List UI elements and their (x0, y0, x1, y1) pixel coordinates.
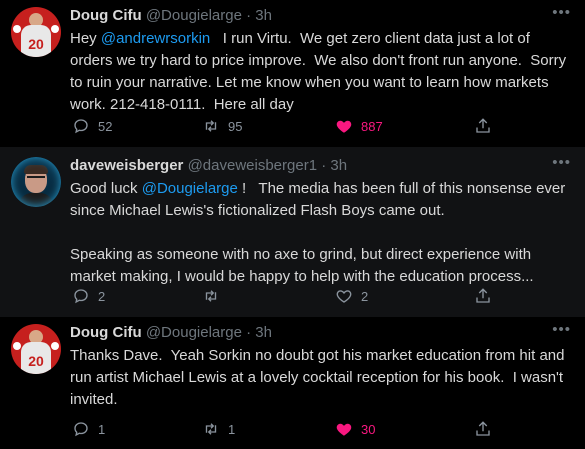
tweet-text: Good luck @Dougielarge ! The media has b… (70, 178, 571, 288)
avatar-badge (13, 342, 21, 350)
text-part: Hey (70, 30, 101, 47)
retweet-icon (205, 290, 217, 302)
retweet-button[interactable] (202, 286, 228, 306)
share-icon (476, 288, 490, 303)
timestamp[interactable]: 3h (330, 157, 347, 174)
reply-count: 52 (98, 118, 113, 134)
separator-dot: · (321, 157, 327, 174)
reply-icon (74, 119, 88, 134)
more-options-icon[interactable]: ••• (552, 4, 571, 21)
separator-dot: · (246, 324, 252, 341)
tweet-actions: 2 2 (70, 286, 571, 306)
user-handle[interactable]: @Dougielarge (146, 7, 242, 24)
retweet-button[interactable]: 95 (202, 116, 242, 136)
like-count: 30 (361, 421, 376, 437)
retweet-icon (205, 423, 217, 435)
separator-dot: · (246, 7, 252, 24)
reply-button[interactable]: 2 (72, 286, 105, 306)
timestamp[interactable]: 3h (255, 7, 272, 24)
tweet-text: Thanks Dave. Yeah Sorkin no doubt got hi… (70, 347, 569, 408)
tweet[interactable]: 20 Doug Cifu @Dougielarge · 3h ••• Hey @… (0, 0, 585, 147)
avatar-glow (11, 157, 61, 207)
like-button[interactable]: 887 (335, 116, 383, 136)
avatar-badge (51, 342, 59, 350)
share-icon (476, 118, 490, 133)
user-handle[interactable]: @Dougielarge (146, 324, 242, 341)
tweet[interactable]: 20 Doug Cifu @Dougielarge · 3h ••• Thank… (0, 317, 585, 449)
reply-button[interactable]: 1 (72, 419, 105, 439)
reply-icon (74, 422, 88, 437)
display-name[interactable]: daveweisberger (70, 157, 183, 174)
retweet-icon (205, 120, 217, 132)
user-handle[interactable]: @daveweisberger1 (188, 157, 317, 174)
avatar-number: 20 (28, 36, 44, 52)
tweet-header: Doug Cifu @Dougielarge · 3h ••• (70, 4, 571, 27)
share-icon (476, 421, 490, 436)
tweet-actions: 1 1 30 (70, 419, 571, 439)
retweet-count: 95 (228, 118, 243, 134)
avatar-badge (13, 25, 21, 33)
like-button[interactable]: 2 (335, 286, 368, 306)
text-part: Good luck (70, 180, 142, 197)
retweet-button[interactable]: 1 (202, 419, 235, 439)
like-button[interactable]: 30 (335, 419, 375, 439)
avatar[interactable] (11, 157, 61, 207)
tweet-header: Doug Cifu @Dougielarge · 3h ••• (70, 321, 571, 344)
like-count: 2 (361, 288, 369, 304)
more-options-icon[interactable]: ••• (552, 321, 571, 338)
more-options-icon[interactable]: ••• (552, 154, 571, 171)
tweet-header: daveweisberger @daveweisberger1 · 3h ••• (70, 154, 571, 177)
reply-count: 2 (98, 288, 106, 304)
share-button[interactable] (474, 419, 492, 439)
reply-icon (74, 289, 88, 304)
avatar[interactable]: 20 (11, 7, 61, 57)
heart-filled-icon (336, 423, 352, 436)
heart-icon (336, 290, 352, 303)
like-count: 887 (361, 118, 383, 134)
avatar-number: 20 (28, 353, 44, 369)
mention-link[interactable]: @andrewrsorkin (101, 30, 210, 47)
tweet-text: Hey @andrewrsorkin I run Virtu. We get z… (70, 28, 571, 116)
display-name[interactable]: Doug Cifu (70, 7, 142, 24)
share-button[interactable] (474, 286, 492, 306)
reply-count: 1 (98, 421, 106, 437)
avatar-badge (51, 25, 59, 33)
reply-button[interactable]: 52 (72, 116, 112, 136)
tweet-actions: 52 95 887 (70, 116, 571, 136)
heart-filled-icon (336, 120, 352, 133)
share-button[interactable] (474, 116, 492, 136)
tweet[interactable]: daveweisberger @daveweisberger1 · 3h •••… (0, 147, 585, 317)
timestamp[interactable]: 3h (255, 324, 272, 341)
retweet-count: 1 (228, 421, 236, 437)
mention-link[interactable]: @Dougielarge (142, 180, 238, 197)
display-name[interactable]: Doug Cifu (70, 324, 142, 341)
avatar[interactable]: 20 (11, 324, 61, 374)
